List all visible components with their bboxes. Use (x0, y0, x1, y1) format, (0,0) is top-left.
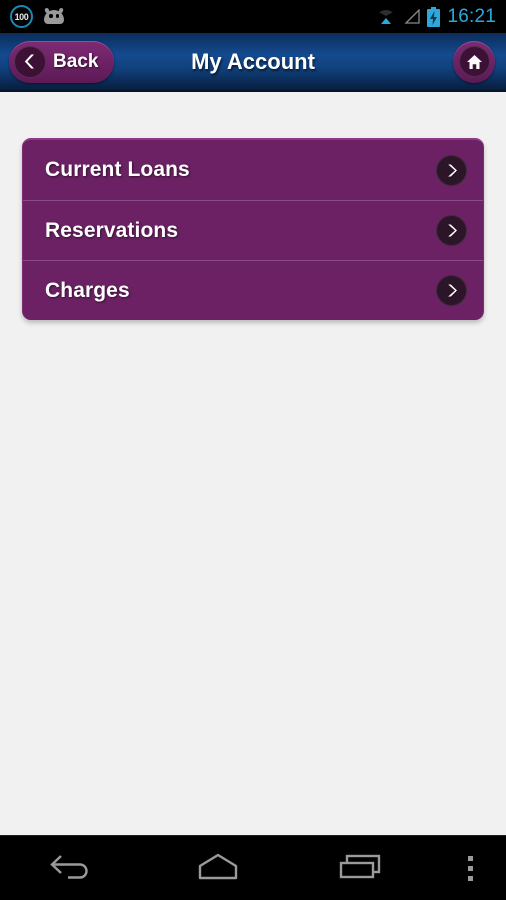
status-bar: 100 16:21 (0, 0, 506, 33)
back-button[interactable]: Back (9, 40, 115, 83)
menu-item-reservations[interactable]: Reservations (23, 200, 483, 260)
menu-item-label: Charges (45, 278, 130, 302)
chevron-right-icon[interactable] (436, 275, 467, 306)
battery-percent-badge: 100 (10, 5, 33, 28)
chevron-right-icon[interactable] (436, 154, 467, 186)
account-menu-card: Current Loans Reservations Charges (22, 138, 484, 320)
back-button-label: Back (53, 50, 99, 72)
status-bar-left-icons: 100 (10, 5, 66, 28)
android-robot-icon (42, 7, 66, 25)
status-bar-clock: 16:21 (447, 6, 496, 27)
nav-overflow-icon (468, 855, 474, 881)
menu-item-label: Reservations (45, 218, 179, 242)
nav-home-button[interactable] (145, 836, 290, 900)
nav-back-button[interactable] (0, 836, 145, 900)
menu-item-charges[interactable]: Charges (23, 260, 483, 320)
chevron-left-icon (14, 45, 46, 78)
home-icon (458, 46, 490, 77)
nav-home-icon (190, 851, 246, 886)
android-navigation-bar (0, 835, 506, 900)
nav-recents-icon (335, 851, 391, 886)
status-bar-right-icons: 16:21 (375, 6, 496, 27)
wifi-icon (375, 9, 398, 25)
menu-item-current-loans[interactable]: Current Loans (23, 140, 483, 200)
nav-overflow-button[interactable] (436, 836, 506, 900)
battery-charging-icon (427, 6, 441, 27)
content-area: Current Loans Reservations Charges (0, 95, 506, 835)
menu-item-label: Current Loans (45, 158, 190, 181)
chevron-right-icon[interactable] (436, 215, 467, 246)
phone-screen: 100 16:21 Back My Account Current Loans … (0, 0, 506, 900)
battery-percent-value: 100 (14, 11, 29, 22)
nav-recents-button[interactable] (291, 836, 436, 900)
cell-signal-icon (404, 9, 421, 24)
nav-back-icon (47, 851, 99, 886)
home-button[interactable] (453, 40, 495, 83)
app-header: Back My Account (0, 33, 506, 92)
